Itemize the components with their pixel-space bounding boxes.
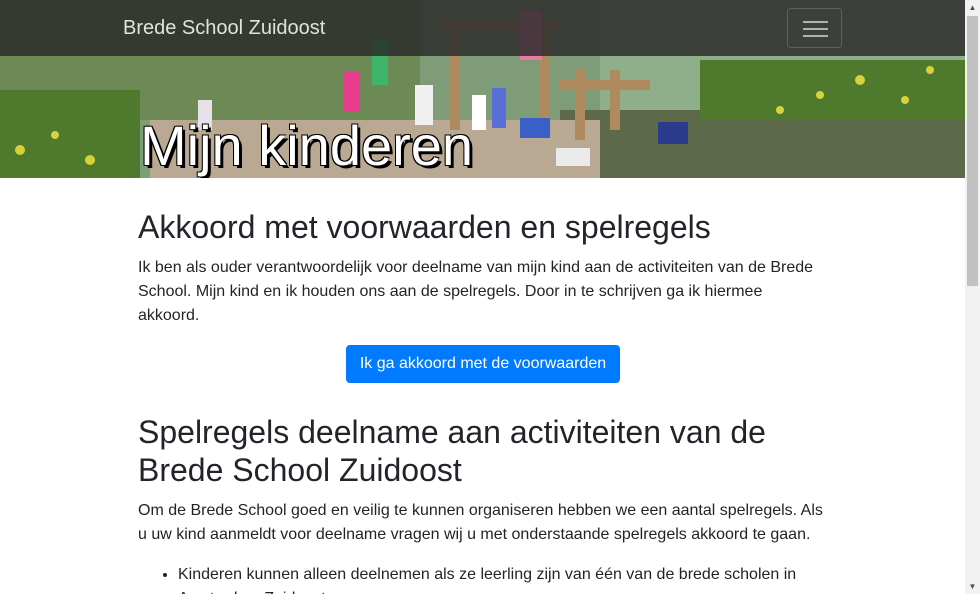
navbar-toggle-button[interactable]: [787, 8, 842, 48]
rules-heading: Spelregels deelname aan activiteiten van…: [138, 414, 766, 488]
rules-section: Spelregels deelname aan activiteiten van…: [138, 413, 828, 594]
terms-text: Ik ben als ouder verantwoordelijk voor d…: [138, 259, 814, 324]
page-title: Mijn kinderen: [140, 114, 474, 177]
accept-terms-button[interactable]: Ik ga akkoord met de voorwaarden: [345, 345, 621, 383]
list-item: Kinderen kunnen alleen deelnemen als ze …: [178, 563, 828, 594]
vertical-scrollbar[interactable]: ▲ ▼: [965, 0, 980, 594]
brand-link[interactable]: Brede School Zuidoost: [123, 16, 325, 40]
navbar: Brede School Zuidoost: [0, 0, 965, 56]
scrollbar-thumb[interactable]: [967, 16, 978, 286]
hamburger-menu-icon: [803, 35, 828, 37]
rules-list: Kinderen kunnen alleen deelnemen als ze …: [138, 563, 828, 594]
page: Brede School Zuidoost Mijn kinderen Akko…: [0, 0, 965, 594]
terms-heading: Akkoord met voorwaarden en spelregels: [138, 209, 711, 245]
scroll-up-arrow-icon[interactable]: ▲: [965, 0, 980, 15]
hero-banner: Brede School Zuidoost Mijn kinderen: [0, 0, 965, 178]
rules-intro: Om de Brede School goed en veilig te kun…: [138, 502, 823, 543]
scroll-down-arrow-icon[interactable]: ▼: [965, 579, 980, 594]
hamburger-menu-icon: [803, 28, 828, 30]
main-content: Akkoord met voorwaarden en spelregels Ik…: [138, 208, 828, 594]
accept-button-wrapper: Ik ga akkoord met de voorwaarden: [138, 345, 828, 383]
terms-section: Akkoord met voorwaarden en spelregels Ik…: [138, 208, 828, 383]
hamburger-menu-icon: [803, 21, 828, 23]
